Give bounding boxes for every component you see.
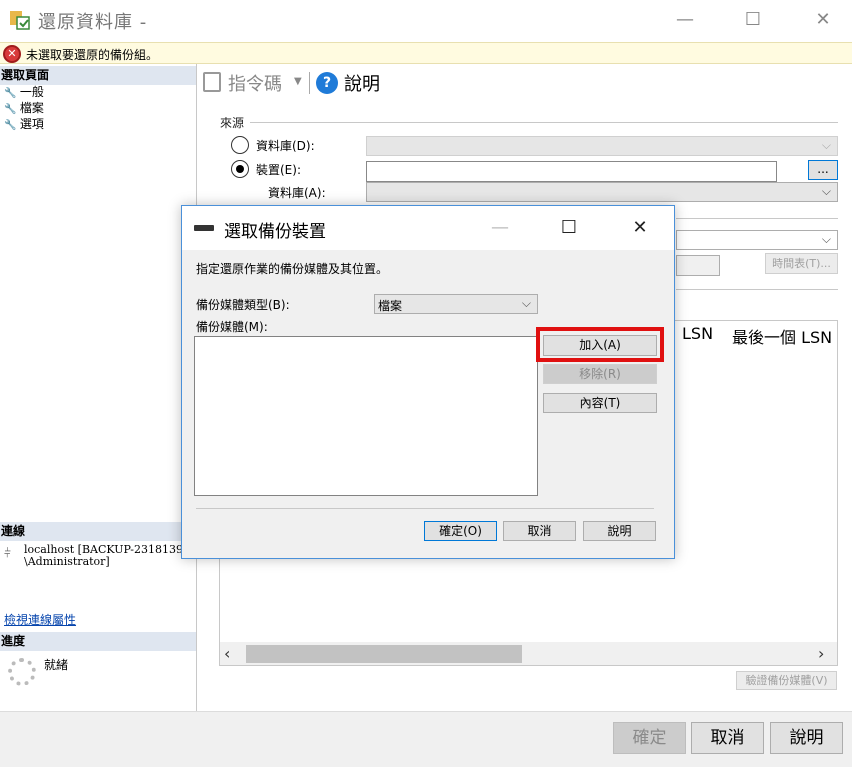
column-header-last-lsn[interactable]: 最後一個 LSN bbox=[732, 324, 832, 348]
dialog-divider bbox=[196, 508, 654, 509]
source-divider bbox=[250, 122, 838, 123]
dialog-minimize-button: — bbox=[491, 217, 509, 238]
add-button-highlight bbox=[536, 327, 664, 362]
media-label: 備份媒體(M): bbox=[196, 320, 268, 334]
page-label: 檔案 bbox=[19, 101, 44, 115]
database-label: 資料庫(A): bbox=[268, 186, 326, 200]
device-browse-button[interactable]: ... bbox=[808, 160, 838, 180]
dialog-ok-button[interactable]: 確定(O) bbox=[424, 521, 497, 541]
dialog-help-button[interactable]: 說明 bbox=[583, 521, 656, 541]
message-text: 未選取要還原的備份組。 bbox=[26, 48, 159, 62]
restore-to-select[interactable]: ⌵ bbox=[676, 230, 838, 250]
device-path-field[interactable] bbox=[366, 161, 777, 182]
help-button[interactable]: 說明 bbox=[344, 70, 380, 96]
remove-button[interactable]: 移除(R) bbox=[543, 364, 657, 384]
chevron-down-icon: ⌵ bbox=[821, 184, 831, 198]
contents-button[interactable]: 內容(T) bbox=[543, 393, 657, 413]
page-item-files[interactable]: 🔧 檔案 bbox=[4, 100, 44, 116]
close-button[interactable]: ✕ bbox=[808, 6, 838, 34]
minimize-button[interactable]: — bbox=[670, 6, 700, 34]
chevron-down-icon: ⌵ bbox=[521, 296, 531, 310]
chevron-down-icon: ⌵ bbox=[821, 138, 831, 152]
progress-status: 就緒 bbox=[44, 658, 69, 672]
page-item-general[interactable]: 🔧 一般 bbox=[4, 84, 44, 100]
dialog-description: 指定還原作業的備份媒體及其位置。 bbox=[196, 262, 389, 276]
dialog-title-bar: 選取備份裝置 — ☐ ✕ bbox=[182, 206, 674, 250]
scroll-left-icon[interactable]: ‹ bbox=[224, 644, 230, 663]
window-title: 還原資料庫 - bbox=[38, 12, 148, 33]
plan-divider bbox=[676, 289, 838, 290]
scrollbar-thumb[interactable] bbox=[246, 645, 522, 663]
media-type-value: 檔案 bbox=[378, 299, 403, 313]
scroll-right-icon[interactable]: › bbox=[818, 644, 824, 663]
media-type-select[interactable]: 檔案 ⌵ bbox=[374, 294, 538, 314]
message-bar: ✕ 未選取要還原的備份組。 bbox=[0, 42, 852, 64]
script-dropdown-icon[interactable]: ▼ bbox=[294, 76, 302, 87]
database-option-label: 資料庫(D): bbox=[256, 139, 315, 153]
restore-database-icon bbox=[8, 8, 32, 32]
server-icon: ⫩ bbox=[4, 546, 11, 560]
device-radio[interactable] bbox=[231, 160, 249, 178]
connection-header: 連線 bbox=[0, 522, 196, 541]
column-header-lsn[interactable]: LSN bbox=[682, 324, 713, 343]
media-type-label: 備份媒體類型(B): bbox=[196, 298, 290, 312]
ok-button[interactable]: 確定 bbox=[613, 722, 686, 754]
source-database-select[interactable]: ⌵ bbox=[366, 136, 838, 156]
select-page-header: 選取頁面 bbox=[0, 66, 196, 85]
title-bar: 還原資料庫 - — ☐ ✕ bbox=[0, 0, 852, 42]
script-icon bbox=[203, 72, 221, 92]
select-backup-devices-dialog: 選取備份裝置 — ☐ ✕ 指定還原作業的備份媒體及其位置。 備份媒體類型(B):… bbox=[181, 205, 675, 559]
error-icon: ✕ bbox=[3, 45, 21, 63]
connection-text: localhost [BACKUP-23181390\Administrator… bbox=[24, 543, 190, 568]
restore-to-field[interactable] bbox=[676, 255, 720, 276]
script-button[interactable]: 指令碼 bbox=[228, 70, 282, 96]
dialog-maximize-button[interactable]: ☐ bbox=[554, 214, 584, 242]
source-group-label: 來源 bbox=[220, 116, 245, 130]
toolbar-separator bbox=[309, 72, 310, 94]
progress-header: 進度 bbox=[0, 632, 196, 651]
page-label: 一般 bbox=[19, 85, 44, 99]
progress-spinner-icon bbox=[8, 658, 36, 686]
page-item-options[interactable]: 🔧 選項 bbox=[4, 116, 44, 132]
dialog-cancel-button[interactable]: 取消 bbox=[503, 521, 576, 541]
dialog-title: 選取備份裝置 bbox=[224, 222, 326, 242]
database-select[interactable]: ⌵ bbox=[366, 182, 838, 202]
page-label: 選項 bbox=[19, 117, 44, 131]
tape-drive-icon bbox=[194, 225, 214, 231]
backup-media-list[interactable] bbox=[194, 336, 538, 496]
verify-backup-media-button[interactable]: 驗證備份媒體(V) bbox=[736, 671, 837, 690]
view-connection-properties-link[interactable]: 檢視連線屬性 bbox=[4, 611, 76, 628]
wrench-icon: 🔧 bbox=[4, 120, 17, 131]
destination-divider bbox=[676, 218, 838, 219]
device-option-label: 裝置(E): bbox=[256, 163, 301, 177]
dialog-close-button[interactable]: ✕ bbox=[625, 214, 655, 242]
maximize-button[interactable]: ☐ bbox=[738, 6, 768, 34]
chevron-down-icon: ⌵ bbox=[821, 232, 831, 246]
timeline-button[interactable]: 時間表(T)... bbox=[765, 253, 838, 274]
database-radio[interactable] bbox=[231, 136, 249, 154]
help-button-bottom[interactable]: 說明 bbox=[770, 722, 843, 754]
help-icon[interactable]: ? bbox=[316, 72, 338, 94]
cancel-button[interactable]: 取消 bbox=[691, 722, 764, 754]
